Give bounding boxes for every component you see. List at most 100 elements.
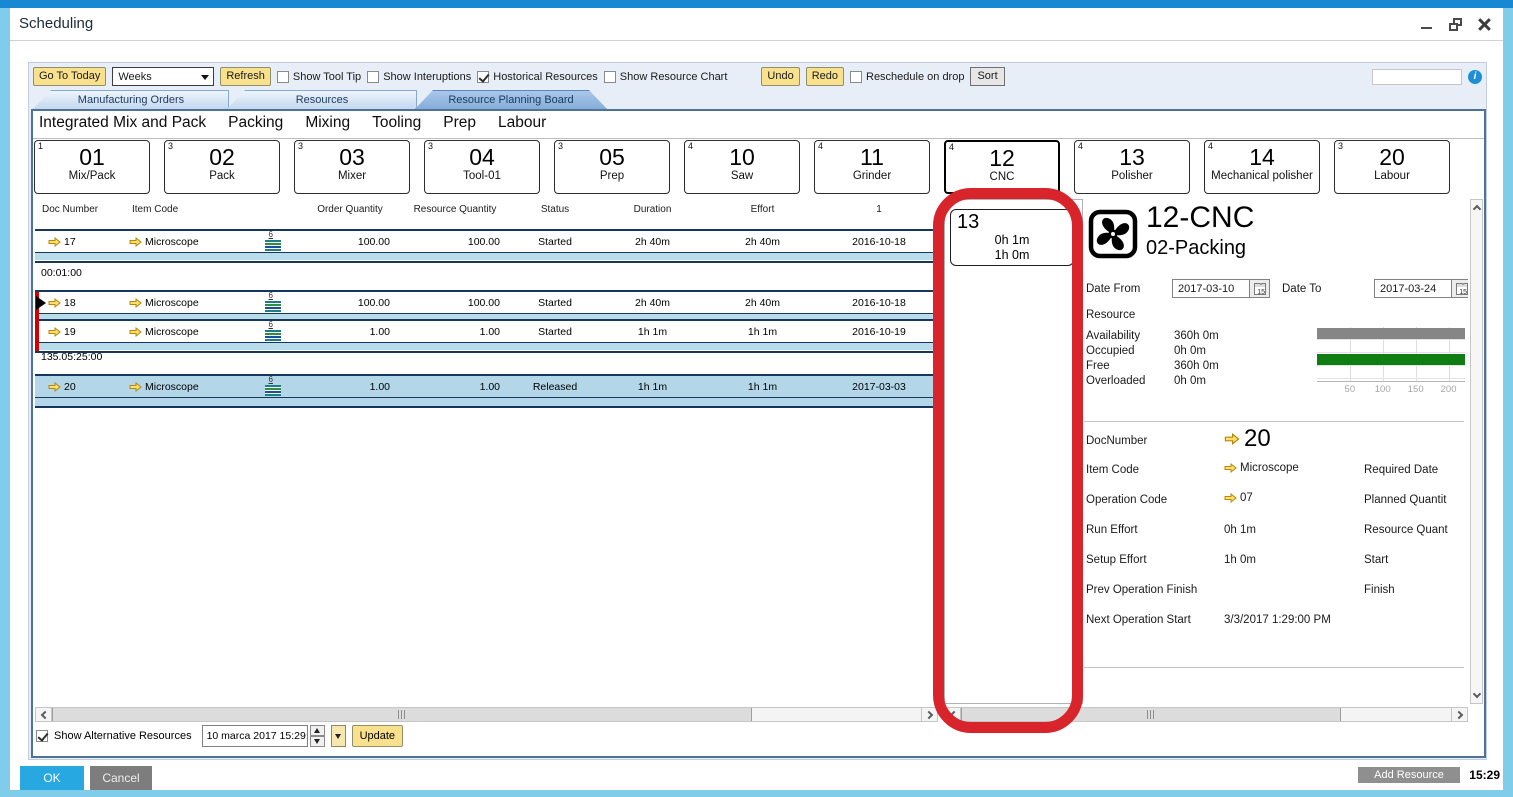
- link-arrow-icon[interactable]: [48, 382, 61, 392]
- layers-icon[interactable]: 6: [265, 300, 281, 312]
- reschedule-on-drop-label: Reschedule on drop: [866, 71, 964, 83]
- cancel-button[interactable]: Cancel: [90, 766, 152, 790]
- resource-card-05[interactable]: 305Prep: [554, 140, 670, 194]
- datetime-field[interactable]: 10 marca 2017 15:29:26: [202, 725, 308, 747]
- tab-manufacturing-orders[interactable]: Manufacturing Orders: [33, 90, 229, 109]
- spinner-down-icon[interactable]: [310, 736, 325, 747]
- restore-icon[interactable]: [1449, 18, 1462, 31]
- add-resource-button[interactable]: Add Resource: [1358, 767, 1460, 783]
- minimize-icon[interactable]: [1420, 18, 1433, 31]
- redo-button[interactable]: Redo: [806, 67, 844, 86]
- status-badge: Started: [510, 297, 600, 309]
- scroll-up-icon[interactable]: [1471, 200, 1482, 215]
- scrollbar-thumb[interactable]: [52, 708, 752, 721]
- scroll-left-icon[interactable]: [36, 708, 52, 721]
- refresh-button[interactable]: Refresh: [220, 67, 271, 86]
- info-icon[interactable]: i: [1468, 70, 1482, 84]
- spinner-up-icon[interactable]: [310, 725, 325, 736]
- panel-horizontal-scrollbar[interactable]: [944, 707, 1468, 722]
- resource-detail-panel: 12-CNC 02-Packing Date From 2017-03-10 1…: [1084, 199, 1468, 704]
- subtab-tooling[interactable]: Tooling: [372, 114, 421, 132]
- table-row[interactable]: 19 Microscope 6 1.00 1.00 Started 1h 1m …: [35, 319, 938, 353]
- go-to-today-button[interactable]: Go To Today: [33, 67, 106, 86]
- col-resource-quantity: Resource Quantity: [400, 204, 510, 215]
- tab-resources[interactable]: Resources: [227, 90, 417, 109]
- layers-icon[interactable]: 6: [265, 239, 281, 251]
- resource-card-04[interactable]: 304Tool-01: [424, 140, 540, 194]
- panel-vertical-scrollbar[interactable]: [1470, 199, 1483, 704]
- row-progress-strip: [35, 252, 938, 260]
- window-frame-right: [1503, 8, 1513, 797]
- table-horizontal-scrollbar[interactable]: [35, 707, 938, 722]
- subtab-prep[interactable]: Prep: [443, 114, 476, 132]
- show-interuptions-checkbox[interactable]: [367, 71, 379, 83]
- layers-icon[interactable]: 6: [265, 384, 281, 396]
- scroll-right-icon[interactable]: [921, 708, 937, 721]
- table-row[interactable]: 17 Microscope 6 100.00 100.00 Started 2h…: [35, 229, 938, 263]
- resource-card-13[interactable]: 413Polisher: [1074, 140, 1190, 194]
- next-operation-start-value: 3/3/2017 1:29:00 PM: [1224, 614, 1331, 626]
- scroll-right-icon[interactable]: [1451, 708, 1467, 721]
- show-resource-chart-checkbox[interactable]: [604, 71, 616, 83]
- close-icon[interactable]: [1478, 18, 1491, 31]
- table-row[interactable]: 20 Microscope 6 1.00 1.00 Released 1h 1m…: [35, 374, 938, 408]
- sort-button[interactable]: Sort: [970, 67, 1004, 86]
- link-arrow-icon[interactable]: [48, 298, 61, 308]
- free-bar: [1317, 354, 1465, 365]
- link-arrow-icon[interactable]: [48, 237, 61, 247]
- subtab-packing[interactable]: Packing: [228, 114, 283, 132]
- update-button[interactable]: Update: [352, 725, 403, 747]
- subtab-labour[interactable]: Labour: [498, 114, 546, 132]
- setup-effort-value: 1h 0m: [1224, 554, 1256, 566]
- undo-button[interactable]: Undo: [761, 67, 799, 86]
- resource-card-11[interactable]: 411Grinder: [814, 140, 930, 194]
- layers-icon[interactable]: 6: [265, 329, 281, 341]
- datetime-dropdown-button[interactable]: [331, 725, 346, 747]
- overloaded-label: Overloaded: [1086, 375, 1174, 387]
- operation-code-value: 07: [1240, 492, 1253, 504]
- datetime-spinner[interactable]: [310, 725, 325, 747]
- link-arrow-icon[interactable]: [1224, 493, 1237, 503]
- range-select-value: Weeks: [118, 71, 151, 83]
- link-arrow-icon[interactable]: [1224, 433, 1240, 445]
- calendar-icon[interactable]: 15: [1250, 279, 1270, 298]
- show-alternative-resources-checkbox[interactable]: [36, 730, 48, 742]
- link-arrow-icon[interactable]: [129, 237, 142, 247]
- link-arrow-icon[interactable]: [48, 327, 61, 337]
- scrollbar-thumb[interactable]: [961, 708, 1341, 721]
- resource-card-03[interactable]: 303Mixer: [294, 140, 410, 194]
- ok-button[interactable]: OK: [20, 766, 84, 790]
- resource-card-14[interactable]: 414Mechanical polisher: [1204, 140, 1320, 194]
- gap-duration-label: 135.05:25:00: [41, 351, 102, 363]
- window-frame-top: [0, 0, 1513, 8]
- subtab-integrated-mix-and-pack[interactable]: Integrated Mix and Pack: [39, 114, 206, 132]
- resource-card-12[interactable]: 412CNC: [944, 140, 1060, 194]
- date-to-field[interactable]: 2017-03-24: [1374, 279, 1452, 298]
- link-arrow-icon[interactable]: [129, 382, 142, 392]
- historical-resources-checkbox[interactable]: [477, 71, 489, 83]
- gap-duration-label: 00:01:00: [41, 267, 82, 279]
- reschedule-on-drop-checkbox[interactable]: [850, 71, 862, 83]
- scroll-left-icon[interactable]: [945, 708, 961, 721]
- link-arrow-icon[interactable]: [129, 298, 142, 308]
- resource-card-10[interactable]: 410Saw: [684, 140, 800, 194]
- scroll-down-icon[interactable]: [1471, 688, 1482, 703]
- resource-card-01[interactable]: 101Mix/Pack: [34, 140, 150, 194]
- occupied-value: 0h 0m: [1174, 345, 1206, 357]
- col-icon-spacer: [245, 204, 300, 215]
- window-title: Scheduling: [19, 15, 93, 32]
- range-select[interactable]: Weeks: [112, 67, 214, 86]
- toolbar-search-input[interactable]: [1372, 69, 1462, 85]
- link-arrow-icon[interactable]: [1224, 463, 1237, 473]
- resource-quantity-label: Resource Quant: [1364, 524, 1448, 536]
- show-tool-tip-checkbox[interactable]: [277, 71, 289, 83]
- link-arrow-icon[interactable]: [129, 327, 142, 337]
- overloaded-value: 0h 0m: [1174, 375, 1206, 387]
- resource-card-20[interactable]: 320Labour: [1334, 140, 1450, 194]
- date-from-field[interactable]: 2017-03-10: [1172, 279, 1250, 298]
- operation-card-13[interactable]: 13 0h 1m 1h 0m: [950, 209, 1074, 266]
- resource-card-02[interactable]: 302Pack: [164, 140, 280, 194]
- subtab-mixing[interactable]: Mixing: [305, 114, 350, 132]
- tab-resource-planning-board[interactable]: Resource Planning Board: [415, 90, 607, 109]
- calendar-icon[interactable]: 15: [1452, 279, 1468, 298]
